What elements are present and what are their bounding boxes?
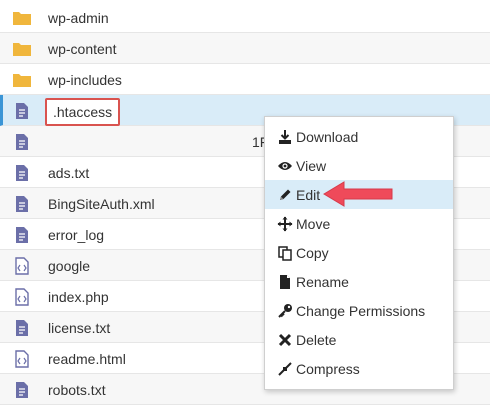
menu-item-label: Copy (296, 245, 329, 261)
menu-item-download[interactable]: Download (265, 122, 453, 151)
menu-item-label: Compress (296, 361, 360, 377)
code-file-icon (12, 350, 32, 368)
file-name-highlighted: .htaccess (45, 98, 121, 126)
file-name: wp-includes (48, 72, 122, 88)
menu-item-label: Change Permissions (296, 303, 426, 319)
eye-icon (277, 158, 293, 174)
menu-item-copy[interactable]: Copy (265, 238, 453, 267)
annotation-arrow-icon (323, 181, 393, 207)
text-file-icon (12, 381, 32, 399)
code-file-icon (12, 257, 32, 275)
menu-item-view[interactable]: View (265, 151, 453, 180)
folder-icon (12, 40, 32, 58)
file-row[interactable]: wp-includes (0, 64, 490, 95)
compress-icon (277, 361, 293, 377)
menu-item-label: View (296, 158, 327, 174)
menu-item-label: Download (296, 129, 359, 145)
context-menu: Download View Edit Move Copy Rename Chan… (264, 116, 454, 390)
file-name: wp-admin (48, 10, 109, 26)
text-file-icon (12, 226, 32, 244)
menu-item-label: Move (296, 216, 331, 232)
move-icon (277, 216, 293, 232)
file-name: google (48, 258, 91, 274)
text-file-icon (12, 133, 32, 151)
file-name: license.txt (48, 320, 111, 336)
menu-item-delete[interactable]: Delete (265, 325, 453, 354)
delete-icon (277, 332, 293, 348)
text-file-icon (12, 102, 32, 120)
file-name: readme.html (48, 351, 126, 367)
file-name: BingSiteAuth.xml (48, 196, 155, 212)
menu-item-label: Rename (296, 274, 349, 290)
menu-item-compress[interactable]: Compress (265, 354, 453, 383)
text-file-icon (12, 319, 32, 337)
file-row[interactable]: wp-content (0, 33, 490, 64)
file-name: index.php (48, 289, 109, 305)
file-name: robots.txt (48, 382, 106, 398)
menu-item-change-permissions[interactable]: Change Permissions (265, 296, 453, 325)
menu-item-rename[interactable]: Rename (265, 267, 453, 296)
copy-icon (277, 245, 293, 261)
menu-item-label: Delete (296, 332, 337, 348)
pencil-icon (277, 187, 293, 203)
folder-icon (12, 71, 32, 89)
folder-icon (12, 9, 32, 27)
menu-item-move[interactable]: Move (265, 209, 453, 238)
text-file-icon (12, 195, 32, 213)
text-file-icon (12, 164, 32, 182)
code-file-icon (12, 288, 32, 306)
menu-item-label: Edit (296, 187, 321, 203)
file-name: error_log (48, 227, 105, 243)
file-name: wp-content (48, 41, 117, 57)
file-icon (277, 274, 293, 290)
key-icon (277, 303, 293, 319)
download-icon (277, 129, 293, 145)
file-name: ads.txt (48, 165, 90, 181)
file-row[interactable]: wp-admin (0, 2, 490, 33)
